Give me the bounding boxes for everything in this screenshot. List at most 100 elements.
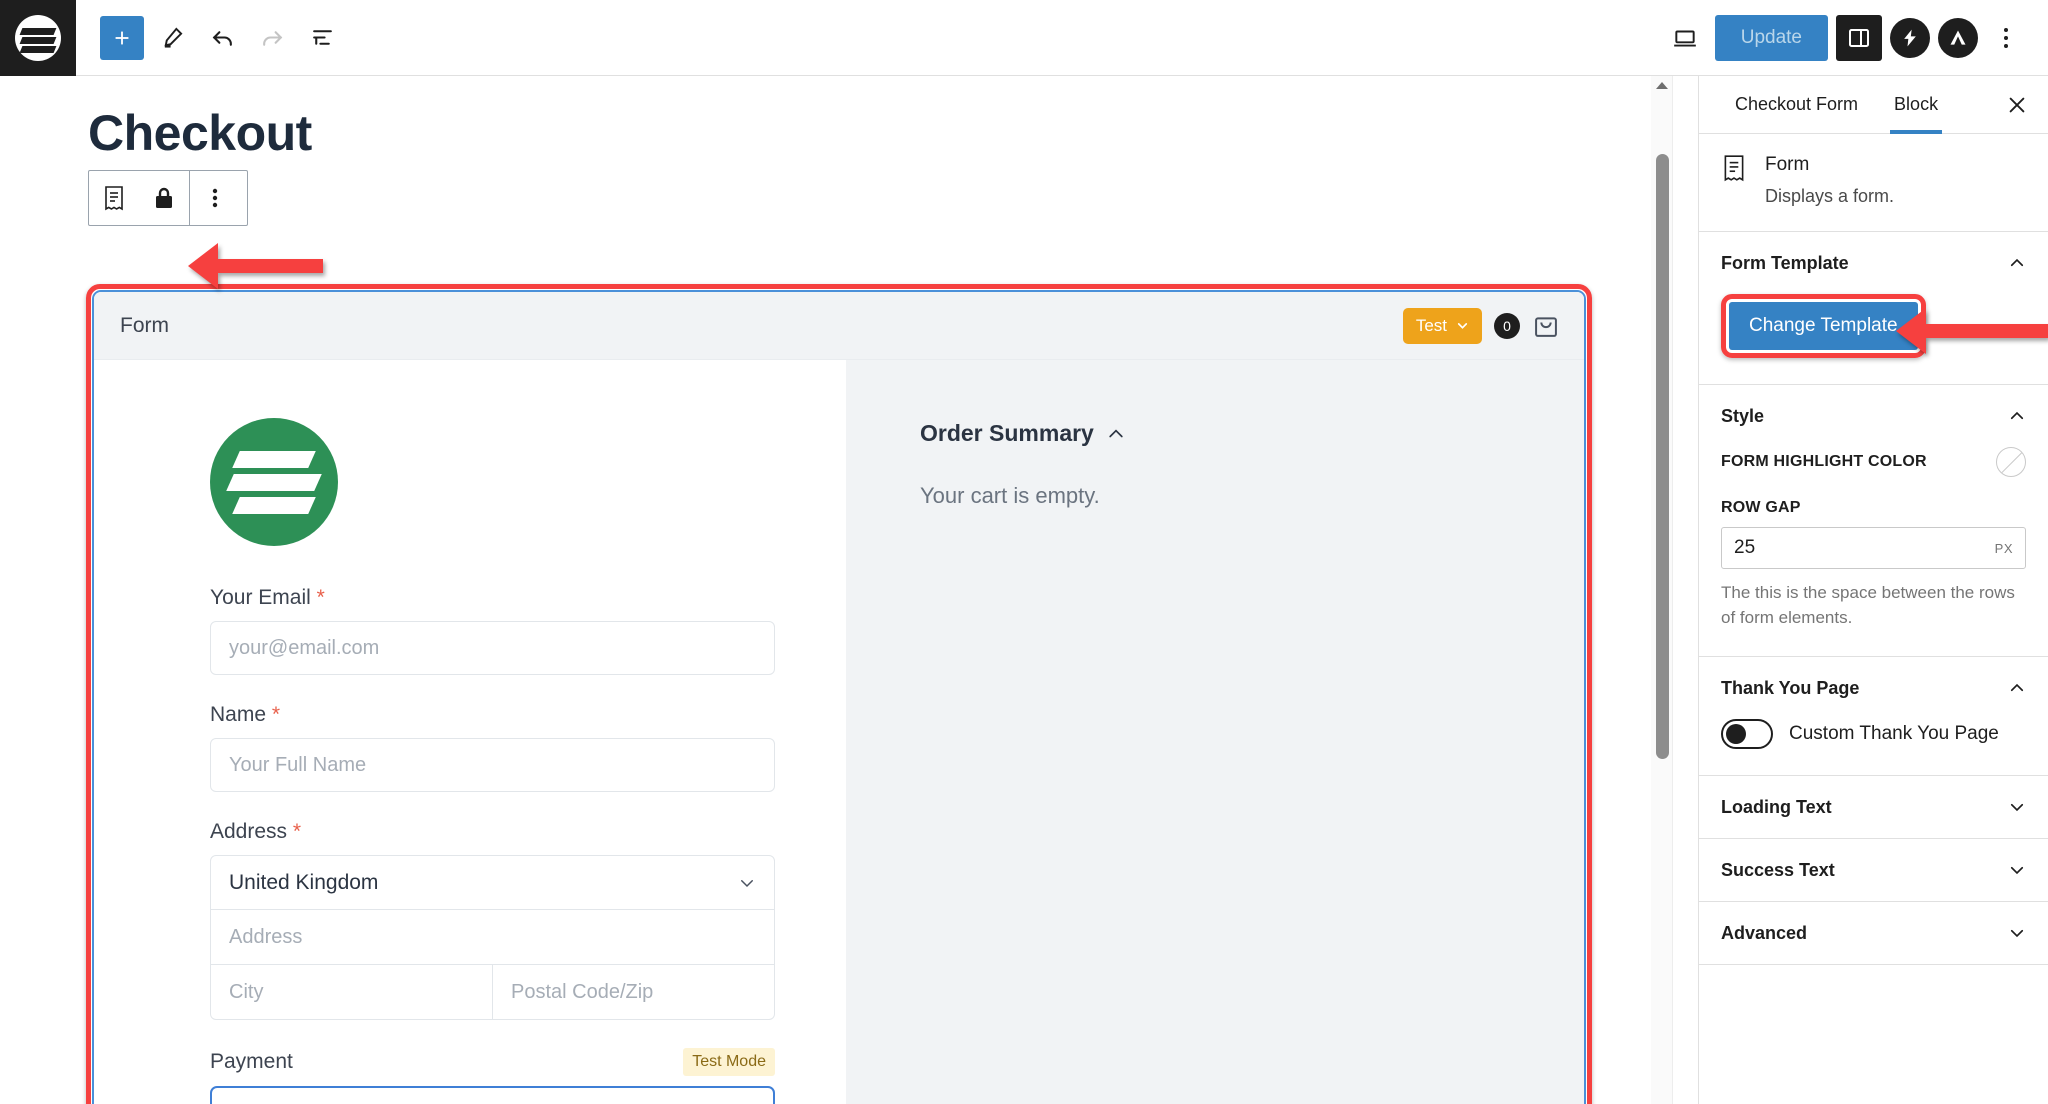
email-label-text: Your Email (210, 586, 311, 609)
change-template-button[interactable]: Change Template (1729, 302, 1918, 350)
panel-thank-you-page-body: Custom Thank You Page (1699, 719, 2048, 775)
order-summary-header[interactable]: Order Summary (920, 420, 1584, 447)
postal-code-input[interactable]: Postal Code/Zip (492, 965, 774, 1019)
custom-thank-you-page-toggle[interactable] (1721, 719, 1773, 750)
panel-style-title: Style (1721, 405, 1765, 426)
form-block-header: Form Test 0 (94, 292, 1584, 360)
form-block-icon[interactable] (89, 185, 139, 211)
tab-block[interactable]: Block (1876, 76, 1956, 134)
panel-success-text-header[interactable]: Success Text (1699, 839, 2048, 901)
top-bar-left-tools (76, 15, 344, 60)
undo-icon[interactable] (200, 16, 244, 60)
country-value: United Kingdom (229, 870, 379, 894)
top-bar-right-tools: Update (1663, 14, 2048, 61)
panel-advanced-header[interactable]: Advanced (1699, 902, 2048, 964)
red-arrow-left-icon (1896, 308, 2048, 354)
block-settings-sidebar: Checkout Form Block Form Displays a form… (1651, 76, 2048, 1104)
shopping-bag-icon[interactable] (1532, 312, 1560, 340)
redo-icon[interactable] (250, 16, 294, 60)
row-gap-label: ROW GAP (1721, 499, 1801, 516)
settings-sidebar-icon[interactable] (1836, 14, 1882, 61)
required-asterisk: * (292, 820, 302, 843)
scrollbar-thumb[interactable] (1656, 154, 1669, 759)
block-info-title: Form (1765, 154, 1810, 175)
panel-form-template-header[interactable]: Form Template (1699, 232, 2048, 294)
name-field[interactable] (210, 738, 775, 792)
test-mode-label: Test (1415, 315, 1447, 335)
chevron-up-icon (2010, 684, 2024, 692)
pencil-edit-icon[interactable] (150, 16, 194, 60)
panel-loading-text: Loading Text (1699, 776, 2048, 840)
name-field-group: Name * (210, 703, 775, 792)
chevron-up-icon (1109, 428, 1123, 437)
order-summary-column: Order Summary Your cart is empty. (846, 360, 1584, 1104)
email-field[interactable] (210, 621, 775, 675)
update-button[interactable]: Update (1714, 14, 1828, 61)
email-field-group: Your Email * (210, 586, 775, 675)
panel-form-template-title: Form Template (1721, 252, 1849, 273)
page-title[interactable]: Checkout (88, 104, 1698, 162)
desktop-preview-icon[interactable] (1663, 16, 1707, 60)
block-info-description: Displays a form. (1765, 186, 1895, 206)
scroll-up-arrow-icon[interactable] (1655, 82, 1668, 89)
block-info: Form Displays a form. (1699, 134, 2048, 232)
panel-style-header[interactable]: Style (1699, 385, 2048, 447)
sidebar-tabs: Checkout Form Block (1699, 76, 2048, 134)
name-label-text: Name (210, 703, 267, 726)
payment-title: Payment (210, 1050, 293, 1073)
form-block-label: Form (120, 313, 169, 337)
panel-style-body: FORM HIGHLIGHT COLOR ROW GAP 25 PX The t… (1699, 447, 2048, 656)
three-dots-vertical-icon[interactable] (190, 186, 240, 210)
row-gap-value: 25 (1734, 537, 1756, 558)
astra-logo-icon[interactable] (1938, 17, 1978, 58)
form-highlight-color-row: FORM HIGHLIGHT COLOR (1721, 447, 2026, 477)
form-block-icon (1724, 155, 1744, 182)
address-field-label: Address * (210, 820, 775, 844)
chevron-down-icon (2010, 930, 2024, 938)
form-block-highlight: Form Test 0 Your Email * your@email.com … (86, 284, 1592, 1104)
tab-checkout-form[interactable]: Checkout Form (1717, 76, 1876, 134)
chevron-up-icon (2010, 411, 2024, 420)
editor-canvas: Checkout Form Test 0 Your Email * your@e… (0, 76, 1698, 1104)
checkout-fields-column: Your Email * Name * (94, 360, 846, 1104)
form-block[interactable]: Form Test 0 Your Email * your@email.com … (92, 290, 1586, 1104)
email-field-label: Your Email * (210, 586, 775, 610)
panel-success-text: Success Text (1699, 839, 2048, 903)
chevron-down-icon (2010, 804, 2024, 812)
row-gap-help-text: The this is the space between the rows o… (1721, 583, 2015, 627)
panel-loading-text-header[interactable]: Loading Text (1699, 776, 2048, 838)
payment-section-header: Payment Test Mode (210, 1048, 775, 1076)
country-select[interactable]: United Kingdom (211, 856, 774, 910)
street-address-input[interactable]: Address (211, 910, 774, 964)
editor-top-bar: Update (0, 0, 2048, 76)
three-dots-menu-icon[interactable] (1986, 15, 2026, 61)
cart-count-badge: 0 (1494, 312, 1520, 339)
panel-thank-you-page-header[interactable]: Thank You Page (1699, 657, 2048, 719)
custom-thank-you-page-label: Custom Thank You Page (1789, 723, 1999, 745)
cart-empty-message: Your cart is empty. (920, 483, 1100, 508)
form-highlight-color-label: FORM HIGHLIGHT COLOR (1721, 453, 1927, 470)
surecart-logo-icon[interactable] (0, 0, 76, 76)
chevron-up-icon (2010, 258, 2024, 267)
no-color-swatch-icon[interactable] (1996, 447, 2026, 477)
row-gap-unit: PX (1994, 540, 2013, 556)
panel-loading-text-title: Loading Text (1721, 796, 1832, 817)
address-field-group: Address * United Kingdom Address City Po… (210, 820, 775, 1020)
city-input[interactable]: City (211, 965, 492, 1019)
panel-advanced-title: Advanced (1721, 922, 1808, 943)
chevron-down-icon (1457, 323, 1468, 329)
row-gap-input[interactable]: 25 PX (1721, 527, 2026, 569)
required-asterisk: * (316, 586, 325, 609)
chevron-down-icon (741, 879, 753, 887)
panel-style: Style FORM HIGHLIGHT COLOR ROW GAP 25 PX… (1699, 385, 2048, 658)
sidebar-scrollbar[interactable] (1651, 76, 1673, 1104)
list-view-icon[interactable] (300, 16, 344, 60)
close-icon[interactable] (1994, 82, 2040, 128)
lock-icon[interactable] (139, 186, 189, 210)
address-label-text: Address (210, 820, 288, 843)
test-mode-dropdown[interactable]: Test (1402, 307, 1482, 344)
plus-icon[interactable] (100, 15, 144, 60)
required-asterisk: * (271, 703, 281, 726)
lightning-bolt-icon[interactable] (1890, 17, 1930, 58)
panel-advanced: Advanced (1699, 902, 2048, 966)
